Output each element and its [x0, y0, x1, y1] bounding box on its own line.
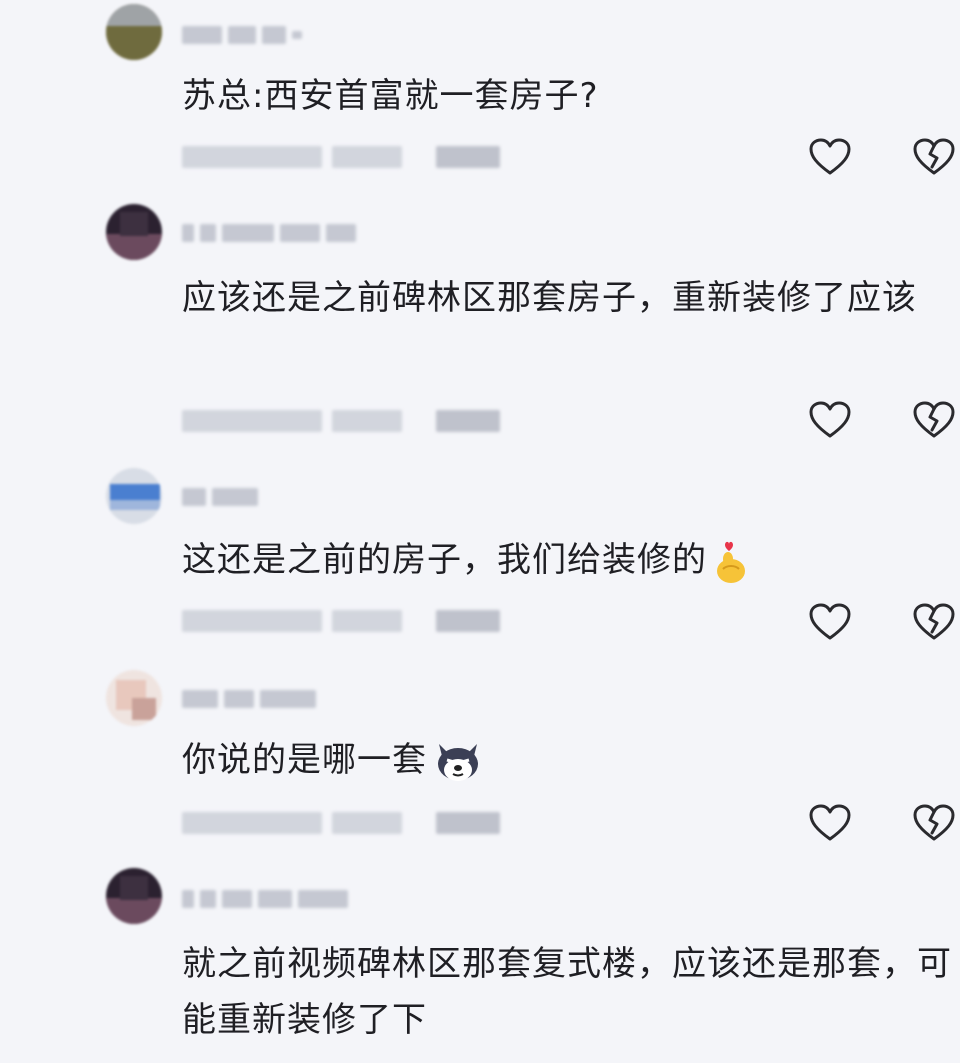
comment-text: 就之前视频碑林区那套复式楼，应该还是那套，可能重新装修了下	[182, 944, 952, 1040]
husky-dog-emoji	[438, 743, 478, 781]
avatar[interactable]	[106, 868, 162, 924]
username-blurred[interactable]	[182, 484, 258, 510]
heart-outline-icon	[809, 603, 851, 640]
like-button[interactable]	[808, 400, 852, 440]
avatar[interactable]	[106, 204, 162, 260]
like-button[interactable]	[808, 803, 852, 843]
comment-text: 你说的是哪一套	[182, 732, 952, 788]
heart-outline-icon	[809, 401, 851, 438]
dislike-button[interactable]	[912, 803, 956, 843]
comment-meta-blurred	[182, 606, 500, 636]
like-button[interactable]	[808, 137, 852, 177]
dislike-button[interactable]	[912, 602, 956, 642]
avatar[interactable]	[106, 468, 162, 524]
heart-outline-icon	[809, 804, 851, 841]
broken-heart-icon	[913, 603, 955, 640]
comment-text: 应该还是之前碑林区那套房子，重新装修了应该	[182, 278, 917, 318]
comment-text-content: 这还是之前的房子，我们给装修的	[182, 540, 707, 580]
username-blurred[interactable]	[182, 22, 302, 48]
like-button[interactable]	[808, 602, 852, 642]
username-blurred[interactable]	[182, 886, 348, 912]
username-blurred[interactable]	[182, 686, 316, 712]
comment-text: 苏总:西安首富就一套房子?	[182, 76, 599, 116]
comment-meta-blurred	[182, 808, 500, 838]
comment-text-content: 你说的是哪一套	[182, 740, 427, 780]
comment-meta-blurred	[182, 142, 500, 172]
avatar[interactable]	[106, 670, 162, 726]
username-blurred[interactable]	[182, 220, 356, 246]
dislike-button[interactable]	[912, 137, 956, 177]
finger-heart-emoji	[717, 541, 745, 583]
broken-heart-icon	[913, 804, 955, 841]
comment-meta-blurred	[182, 406, 500, 436]
heart-outline-icon	[809, 138, 851, 175]
dislike-button[interactable]	[912, 400, 956, 440]
broken-heart-icon	[913, 401, 955, 438]
comment-text: 这还是之前的房子，我们给装修的	[182, 532, 952, 588]
avatar[interactable]	[106, 4, 162, 60]
broken-heart-icon	[913, 138, 955, 175]
